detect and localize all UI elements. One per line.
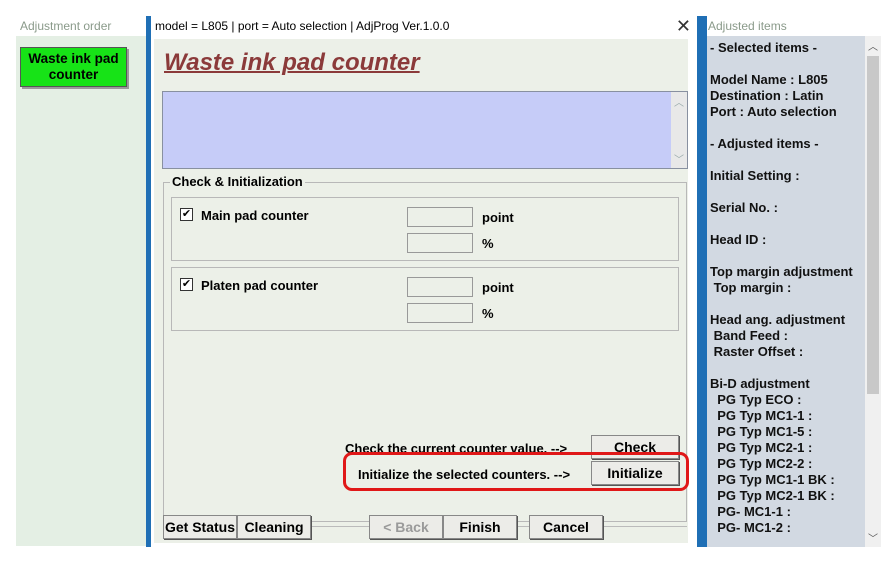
- adjustment-order-pane: Adjustment order Waste ink pad counter: [16, 16, 146, 546]
- adjusted-items-pane: Adjusted items - Selected items - Model N…: [702, 16, 881, 547]
- adjusted-item-line: Destination : Latin: [710, 88, 824, 103]
- adjusted-item-line: Head ang. adjustment: [710, 312, 846, 327]
- message-scrollbar[interactable]: ︿ ﹀: [671, 92, 687, 168]
- adjusted-items-title: Adjusted items: [702, 16, 881, 36]
- window-title: model = L805 | port = Auto selection | A…: [155, 19, 450, 33]
- adjusted-item-line: PG- MC1-2 :: [710, 520, 791, 535]
- page-title: Waste ink pad counter: [164, 49, 420, 76]
- platen-pad-point-field: [407, 277, 473, 297]
- platen-pad-checkbox[interactable]: ✔: [180, 278, 193, 291]
- scroll-down-icon[interactable]: ﹀: [865, 530, 881, 545]
- adjusted-item-line: - Adjusted items -: [710, 136, 819, 151]
- get-status-button[interactable]: Get Status: [163, 515, 237, 539]
- window-border-left: [146, 16, 151, 547]
- finish-button[interactable]: Finish: [443, 515, 517, 539]
- adjusted-item-line: [710, 296, 862, 312]
- adjusted-item-line: PG Typ MC2-2 :: [710, 456, 813, 471]
- adjusted-item-line: Initial Setting :: [710, 168, 800, 183]
- adjusted-item-line: PG Typ ECO :: [710, 392, 802, 407]
- waste-ink-pad-counter-button[interactable]: Waste ink pad counter: [20, 47, 127, 87]
- adjusted-item-line: Model Name : L805: [710, 72, 828, 87]
- cancel-button[interactable]: Cancel: [529, 515, 603, 539]
- adjusted-item-line: Port : Auto selection: [710, 104, 837, 119]
- adjusted-item-line: Top margin adjustment: [710, 264, 853, 279]
- platen-pad-section: ✔ Platen pad counter point %: [171, 267, 679, 331]
- scrollbar-thumb[interactable]: [867, 56, 879, 394]
- adjusted-item-line: Bi-D adjustment: [710, 376, 810, 391]
- platen-pad-point-unit: point: [482, 280, 514, 295]
- adjusted-item-line: Serial No. :: [710, 200, 778, 215]
- main-pad-point-unit: point: [482, 210, 514, 225]
- adjusted-item-line: [710, 152, 862, 168]
- main-pad-label: Main pad counter: [201, 208, 309, 223]
- cleaning-button[interactable]: Cleaning: [237, 515, 311, 539]
- adjusted-item-line: PG Typ MC1-5 :: [710, 424, 813, 439]
- adjustment-order-title: Adjustment order: [16, 16, 146, 36]
- adjusted-item-line: Top margin :: [710, 280, 792, 295]
- scroll-up-icon[interactable]: ︿: [671, 94, 687, 109]
- adjusted-item-line: [710, 120, 862, 136]
- adjusted-item-line: - Selected items -: [710, 40, 817, 55]
- scroll-up-icon[interactable]: ︿: [865, 38, 881, 53]
- main-pad-section: ✔ Main pad counter point %: [171, 197, 679, 261]
- main-pad-percent-unit: %: [482, 236, 494, 251]
- main-pad-checkbox[interactable]: ✔: [180, 208, 193, 221]
- adjusted-item-line: [710, 56, 862, 72]
- platen-pad-percent-unit: %: [482, 306, 494, 321]
- adjusted-item-line: [710, 184, 862, 200]
- adjusted-item-line: [710, 248, 862, 264]
- adjusted-item-line: Raster Offset :: [710, 344, 804, 359]
- main-pad-point-field: [407, 207, 473, 227]
- adjusted-item-line: PG Typ MC1-1 :: [710, 408, 813, 423]
- adjusted-item-line: PG Typ MC1-1 BK :: [710, 472, 835, 487]
- group-label: Check & Initialization: [170, 174, 305, 189]
- close-icon[interactable]: ✕: [676, 16, 691, 36]
- adjusted-items-scrollbar[interactable]: ︿ ﹀: [865, 36, 881, 547]
- adjusted-item-line: PG Typ MC2-1 :: [710, 440, 813, 455]
- adjusted-item-line: PG- MC1-1 :: [710, 504, 791, 519]
- adjusted-item-line: PG Typ MC2-1 BK :: [710, 488, 835, 503]
- pane-border-left: [702, 16, 707, 547]
- scroll-down-icon[interactable]: ﹀: [671, 151, 687, 166]
- main-pad-percent-field: [407, 233, 473, 253]
- adjusted-item-line: Head ID :: [710, 232, 767, 247]
- adjusted-items-list: - Selected items - Model Name : L805 Desti…: [710, 40, 862, 536]
- window-titlebar: model = L805 | port = Auto selection | A…: [151, 16, 697, 38]
- platen-pad-percent-field: [407, 303, 473, 323]
- platen-pad-label: Platen pad counter: [201, 278, 319, 293]
- adjusted-item-line: [710, 216, 862, 232]
- adjusted-item-line: [710, 360, 862, 376]
- initialize-highlight: [343, 452, 689, 491]
- adjusted-item-line: Band Feed :: [710, 328, 789, 343]
- back-button[interactable]: < Back: [369, 515, 443, 539]
- message-box[interactable]: ︿ ﹀: [162, 91, 688, 169]
